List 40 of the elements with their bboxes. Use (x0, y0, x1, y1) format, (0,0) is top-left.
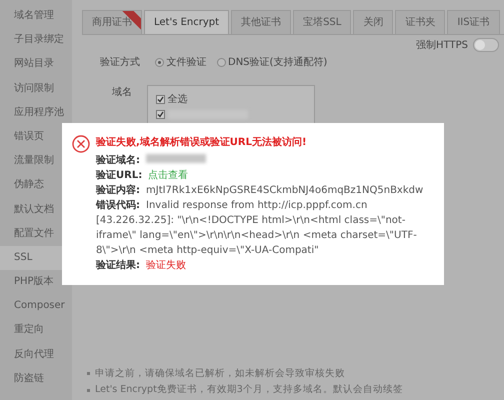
radio-label: DNS验证(支持通配符) (228, 56, 328, 70)
field-key: 验证URL: (96, 170, 142, 180)
radio-label: 文件验证 (166, 56, 206, 70)
dialog-title: 验证失败,域名解析错误或验证URL无法被访问! (96, 135, 308, 150)
error-icon (72, 135, 90, 153)
field-text: 错误代码: Invalid response from http://icp.pppf.com.cn [43.226.32.25]: "\r\n<!DOCTYPE html>\r\n<html class=\"not-iframe\" lang=\"en\">\r\n\r\n<head>\r\n <meta charset=\"UTF-8\">\r\n <meta http-equiv=\"X-UA-Compati" (96, 198, 418, 258)
sidebar-item[interactable]: Composer (0, 294, 72, 318)
radio-button[interactable] (155, 58, 164, 67)
result-text: 验证失败 (146, 260, 186, 270)
sidebar-item[interactable]: 网站目录 (0, 52, 72, 77)
tab[interactable]: 证书夹 (395, 10, 446, 34)
field-key: 验证域名: (96, 154, 140, 166)
force-https-label: 强制HTTPS (416, 38, 468, 52)
sidebar-item[interactable]: 防盗链 (0, 366, 72, 391)
sidebar-item[interactable]: 子目录绑定 (0, 28, 72, 52)
checkbox-label: 全选 (168, 92, 188, 107)
bullet-icon (87, 388, 90, 392)
checkbox[interactable] (156, 95, 165, 104)
note-text: 申请之前，请确保域名已解析，如未解析会导致审核失败 (95, 366, 345, 380)
field-label: 验证方式 (100, 56, 140, 70)
field-key: 验证结果: (96, 260, 140, 270)
tab[interactable]: 宝塔SSL (293, 10, 352, 34)
field-label: 域名 (112, 86, 132, 100)
view-link[interactable]: 点击查看 (148, 170, 188, 180)
tab[interactable]: IIS证书 (447, 10, 500, 34)
bullet-icon (87, 372, 90, 376)
sidebar-item[interactable]: 重定向 (0, 318, 72, 343)
sidebar-item[interactable]: 访问限制 (0, 76, 72, 101)
radio-button[interactable] (216, 58, 226, 67)
sidebar-item[interactable]: 应用程序池 (0, 100, 72, 125)
sidebar-item[interactable]: 反向代理 (0, 342, 72, 367)
redacted-text (146, 154, 206, 162)
toggle-switch[interactable] (473, 38, 499, 52)
checkbox[interactable] (156, 110, 165, 118)
field-text: 验证内容: mJtI7Rk1xE6kNpGSRE4SCkmbNJ4o6mqBz1NQ5nBxkdw (96, 183, 424, 198)
tab[interactable]: 关闭 (353, 10, 394, 34)
sidebar-item[interactable]: 域名管理 (0, 4, 72, 28)
tab[interactable]: 其他证书 (231, 10, 292, 34)
tab[interactable]: Let's Encrypt (144, 10, 230, 34)
note-text: Let's Encrypt免费证书，有效期3个月，支持多域名。默认会自动续签 (95, 383, 403, 398)
